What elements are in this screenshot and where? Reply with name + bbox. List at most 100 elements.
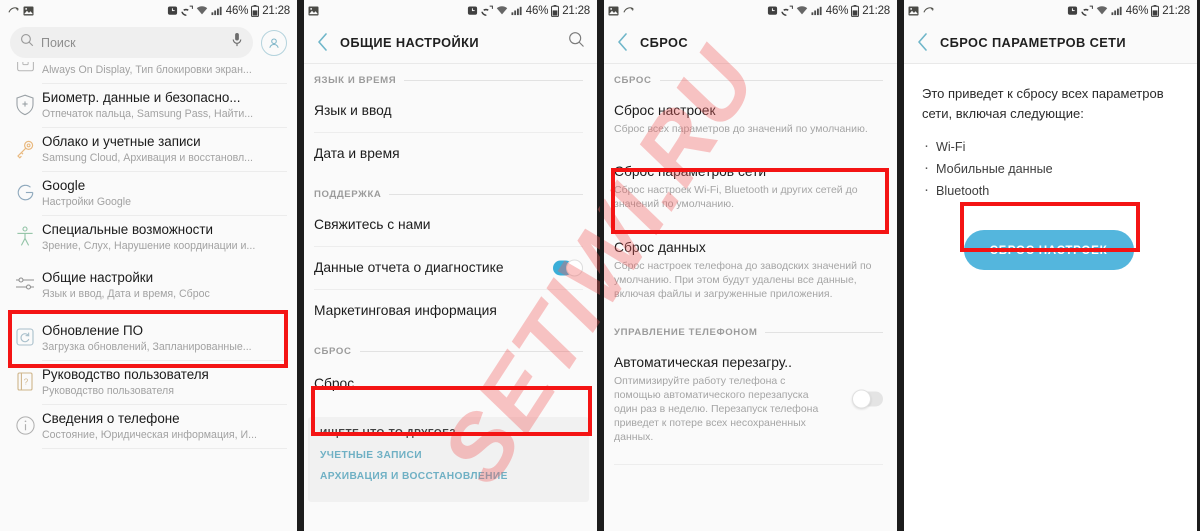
battery-icon xyxy=(551,4,560,17)
settings-item-date-time[interactable]: Дата и время xyxy=(300,133,597,175)
network-reset-description: Это приведет к сбросу всех параметров се… xyxy=(922,86,1164,121)
accessibility-icon xyxy=(8,221,42,248)
missed-call-icon xyxy=(781,5,793,16)
list-item-text: Облако и учетные записи Samsung Cloud, А… xyxy=(42,133,287,166)
reset-content: СБРОС СБРОС Сброс настроек Сброс всех па… xyxy=(600,21,897,531)
status-bar-left xyxy=(8,5,34,16)
footer-link-backup-restore[interactable]: АРХИВАЦИЯ И ВОССТАНОВЛЕНИЕ xyxy=(320,471,577,482)
sidebar-item-software-update[interactable]: Обновление ПО Загрузка обновлений, Запла… xyxy=(0,312,297,360)
reset-settings-button[interactable]: СБРОС НАСТРОЕК xyxy=(963,230,1134,270)
general-settings-content: ОБЩИЕ НАСТРОЙКИ ЯЗЫК И ВРЕМЯ Язык и ввод… xyxy=(300,21,597,531)
list-item-subtitle: Always On Display, Тип блокировки экран.… xyxy=(42,64,252,76)
clock: 21:28 xyxy=(862,4,890,17)
status-bar: 46% 21:28 xyxy=(600,0,897,21)
list-item-subtitle: Отпечаток пальца, Samsung Pass, Найти... xyxy=(42,108,254,120)
section-rule xyxy=(765,332,883,333)
app-bar: СБРОС xyxy=(600,21,897,63)
settings-item-reset[interactable]: Сброс xyxy=(300,361,597,409)
item-subtitle: Сброс настроек Wi-Fi, Bluetooth и других… xyxy=(614,184,858,210)
list-item-title: Руководство пользователя xyxy=(42,367,209,382)
image-icon xyxy=(908,5,919,16)
section-rule xyxy=(359,351,583,352)
app-bar: ОБЩИЕ НАСТРОЙКИ xyxy=(300,21,597,63)
divider xyxy=(614,464,883,465)
looking-for-something-else-card: ИЩЕТЕ ЧТО-ТО ДРУГОЕ? УЧЕТНЫЕ ЗАПИСИ АРХИ… xyxy=(308,417,589,502)
panel-network-reset: 46% 21:28 СБРОС ПАРАМЕТРОВ СЕТИ Это прив… xyxy=(900,0,1200,531)
app-bar: СБРОС ПАРАМЕТРОВ СЕТИ xyxy=(900,21,1197,63)
item-title: Язык и ввод xyxy=(314,103,392,118)
search-icon[interactable] xyxy=(568,31,585,53)
clock: 21:28 xyxy=(262,4,290,17)
sidebar-item-general-settings[interactable]: Общие настройки Язык и ввод, Дата и врем… xyxy=(0,259,297,312)
settings-item-diagnostic-report[interactable]: Данные отчета о диагностике xyxy=(300,247,597,289)
list-item-title: Обновление ПО xyxy=(42,323,144,338)
sidebar-item-accessibility[interactable]: Специальные возможности Зрение, Слух, На… xyxy=(0,216,297,259)
settings-item-marketing-info[interactable]: Маркетинговая информация xyxy=(300,290,597,332)
item-title: Сброс xyxy=(314,376,355,391)
search-input[interactable]: Поиск xyxy=(10,27,253,58)
reset-item-factory-settings[interactable]: Сброс настроек Сброс всех параметров до … xyxy=(600,90,897,150)
list-item-text: Руководство пользователя Руководство пол… xyxy=(42,366,287,399)
list-item-subtitle: Зрение, Слух, Нарушение координации и... xyxy=(42,240,256,252)
list-item-text: Сведения о телефоне Состояние, Юридическ… xyxy=(42,410,287,443)
status-bar-left xyxy=(908,5,934,16)
alarm-icon xyxy=(767,5,778,16)
status-bar-right: 46% 21:28 xyxy=(467,4,590,17)
missed-call-icon xyxy=(1081,5,1093,16)
alarm-icon xyxy=(467,5,478,16)
battery-icon xyxy=(1151,4,1160,17)
reset-item-network-settings[interactable]: Сброс параметров сети Сброс настроек Wi-… xyxy=(600,150,897,226)
page-title: СБРОС xyxy=(640,34,689,50)
auto-restart-toggle[interactable] xyxy=(852,389,883,409)
list-item-text: Общие настройки Язык и ввод, Дата и врем… xyxy=(42,269,287,302)
signal-icon xyxy=(1111,5,1123,16)
page-title: СБРОС ПАРАМЕТРОВ СЕТИ xyxy=(940,34,1126,50)
battery-percent: 46% xyxy=(1125,4,1149,17)
section-header-support: ПОДДЕРЖКА xyxy=(300,175,597,204)
list-item-title: Специальные возможности xyxy=(42,222,213,237)
settings-item-contact-us[interactable]: Свяжитесь с нами xyxy=(300,204,597,246)
toggle-knob xyxy=(566,259,583,277)
sidebar-item-about-phone[interactable]: Сведения о телефоне Состояние, Юридическ… xyxy=(0,405,297,448)
lockscreen-icon xyxy=(8,62,42,76)
reset-item-factory-data-reset[interactable]: Сброс данных Сброс настроек телефона до … xyxy=(600,226,897,313)
sidebar-item-cloud-accounts[interactable]: Облако и учетные записи Samsung Cloud, А… xyxy=(0,128,297,171)
back-chevron-icon[interactable] xyxy=(610,33,636,51)
battery-icon xyxy=(851,4,860,17)
item-title: Свяжитесь с нами xyxy=(314,217,431,232)
settings-item-language-input[interactable]: Язык и ввод xyxy=(300,90,597,132)
settings-scroll-area: Поиск Always On Display, Тип блокировки … xyxy=(0,21,297,531)
item-title: Дата и время xyxy=(314,146,400,161)
sidebar-item-biometrics[interactable]: Биометр. данные и безопасно... Отпечаток… xyxy=(0,84,297,127)
battery-percent: 46% xyxy=(825,4,849,17)
list-item[interactable]: Always On Display, Тип блокировки экран.… xyxy=(0,62,297,83)
sidebar-item-google[interactable]: Google Настройки Google xyxy=(0,172,297,215)
status-bar-right: 46% 21:28 xyxy=(767,4,890,17)
back-chevron-icon[interactable] xyxy=(310,33,336,51)
footer-link-accounts[interactable]: УЧЕТНЫЕ ЗАПИСИ xyxy=(320,450,577,461)
diagnostic-report-toggle[interactable] xyxy=(553,259,583,277)
status-bar-left xyxy=(608,5,634,16)
wifi-icon xyxy=(196,5,208,16)
list-item-title: Google xyxy=(42,178,86,193)
battery-percent: 46% xyxy=(525,4,549,17)
sync-icon xyxy=(8,5,19,16)
panel-reset: 46% 21:28 СБРОС СБРОС Сброс настроек Сбр… xyxy=(600,0,900,531)
section-header-phone-management: УПРАВЛЕНИЕ ТЕЛЕФОНОМ xyxy=(600,313,897,342)
sliders-icon xyxy=(8,269,42,294)
section-label: СБРОС xyxy=(314,346,352,357)
list-item-title: Биометр. данные и безопасно... xyxy=(42,90,241,105)
account-avatar-icon[interactable] xyxy=(261,29,287,56)
item-subtitle: Сброс всех параметров до значений по умо… xyxy=(614,123,868,135)
sidebar-item-user-manual[interactable]: ? Руководство пользователя Руководство п… xyxy=(0,361,297,404)
network-reset-bullet-list: Wi-Fi Мобильные данные Bluetooth xyxy=(922,135,1175,202)
back-chevron-icon[interactable] xyxy=(910,33,936,51)
status-bar: 46% 21:28 xyxy=(300,0,597,21)
microphone-icon[interactable] xyxy=(231,32,243,53)
reset-item-auto-restart[interactable]: Автоматическая перезагру.. Оптимизируйте… xyxy=(600,342,897,456)
sync-icon xyxy=(623,5,634,16)
alarm-icon xyxy=(1067,5,1078,16)
wifi-icon xyxy=(496,5,508,16)
signal-icon xyxy=(211,5,223,16)
battery-percent: 46% xyxy=(225,4,249,17)
